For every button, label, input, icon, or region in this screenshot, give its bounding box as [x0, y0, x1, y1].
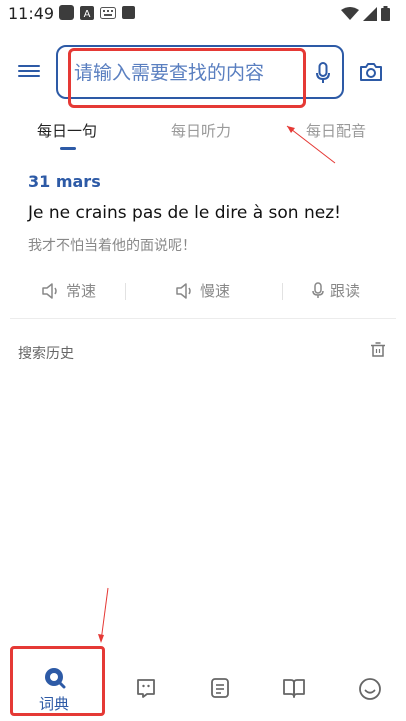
search-history-title: 搜索历史 [18, 346, 74, 362]
tab-daily-sentence[interactable]: 每日一句 [37, 120, 97, 141]
divider [125, 283, 126, 300]
speaker-icon [42, 282, 57, 299]
wifi-icon [341, 6, 359, 20]
book-icon [283, 679, 305, 698]
mic-icon [312, 282, 324, 298]
menu-button[interactable] [18, 62, 40, 82]
mic-icon[interactable] [316, 62, 330, 84]
nav-notes[interactable] [190, 651, 250, 721]
tab-indicator [60, 147, 76, 150]
daily-sentence-text: Je ne crains pas de le dire à son nez! [28, 203, 341, 223]
notification-icons: A [59, 5, 135, 20]
slow-speed-label: 慢速 [200, 282, 231, 300]
menu-icon [18, 65, 40, 67]
signal-icon [363, 6, 377, 21]
status-bar: 11:49 A [0, 0, 406, 28]
nav-book[interactable] [264, 651, 324, 721]
tab-daily-dubbing[interactable]: 每日配音 [306, 120, 366, 141]
camera-icon[interactable] [359, 62, 383, 82]
keyboard-icon [100, 6, 116, 19]
normal-speed-button[interactable]: 常速 [42, 280, 96, 301]
section-divider [10, 318, 396, 319]
read-along-button[interactable]: 跟读 [312, 280, 360, 301]
notification-icon [59, 5, 74, 20]
divider [282, 283, 283, 300]
notes-icon [211, 678, 229, 698]
nav-chat[interactable] [116, 651, 176, 721]
nav-annotation-box [10, 646, 105, 716]
normal-speed-label: 常速 [66, 282, 97, 300]
trash-icon[interactable] [370, 342, 386, 358]
slow-speed-button[interactable]: 慢速 [176, 280, 230, 301]
sentence-date: 31 mars [28, 172, 101, 191]
app-screen: 11:49 A 请输入需要查找的内容 每日一句 每日听力 每日配音 31 mar… [0, 0, 406, 721]
system-icons [341, 6, 390, 21]
playback-actions: 常速 慢速 跟读 [0, 280, 406, 304]
app-icon [122, 6, 135, 19]
smile-icon [359, 678, 381, 700]
tab-daily-listening[interactable]: 每日听力 [171, 120, 231, 141]
tab-bar: 每日一句 每日听力 每日配音 [0, 120, 406, 150]
nav-profile[interactable] [340, 651, 400, 721]
svg-text:A: A [84, 9, 91, 20]
font-app-icon: A [80, 5, 94, 20]
search-annotation-box [68, 48, 306, 108]
daily-sentence-translation: 我才不怕当着他的面说呢！ [28, 238, 196, 254]
status-time: 11:49 [8, 4, 55, 23]
chat-icon [137, 679, 155, 698]
read-along-label: 跟读 [330, 282, 361, 300]
battery-icon [381, 6, 390, 21]
speaker-icon [176, 282, 191, 299]
